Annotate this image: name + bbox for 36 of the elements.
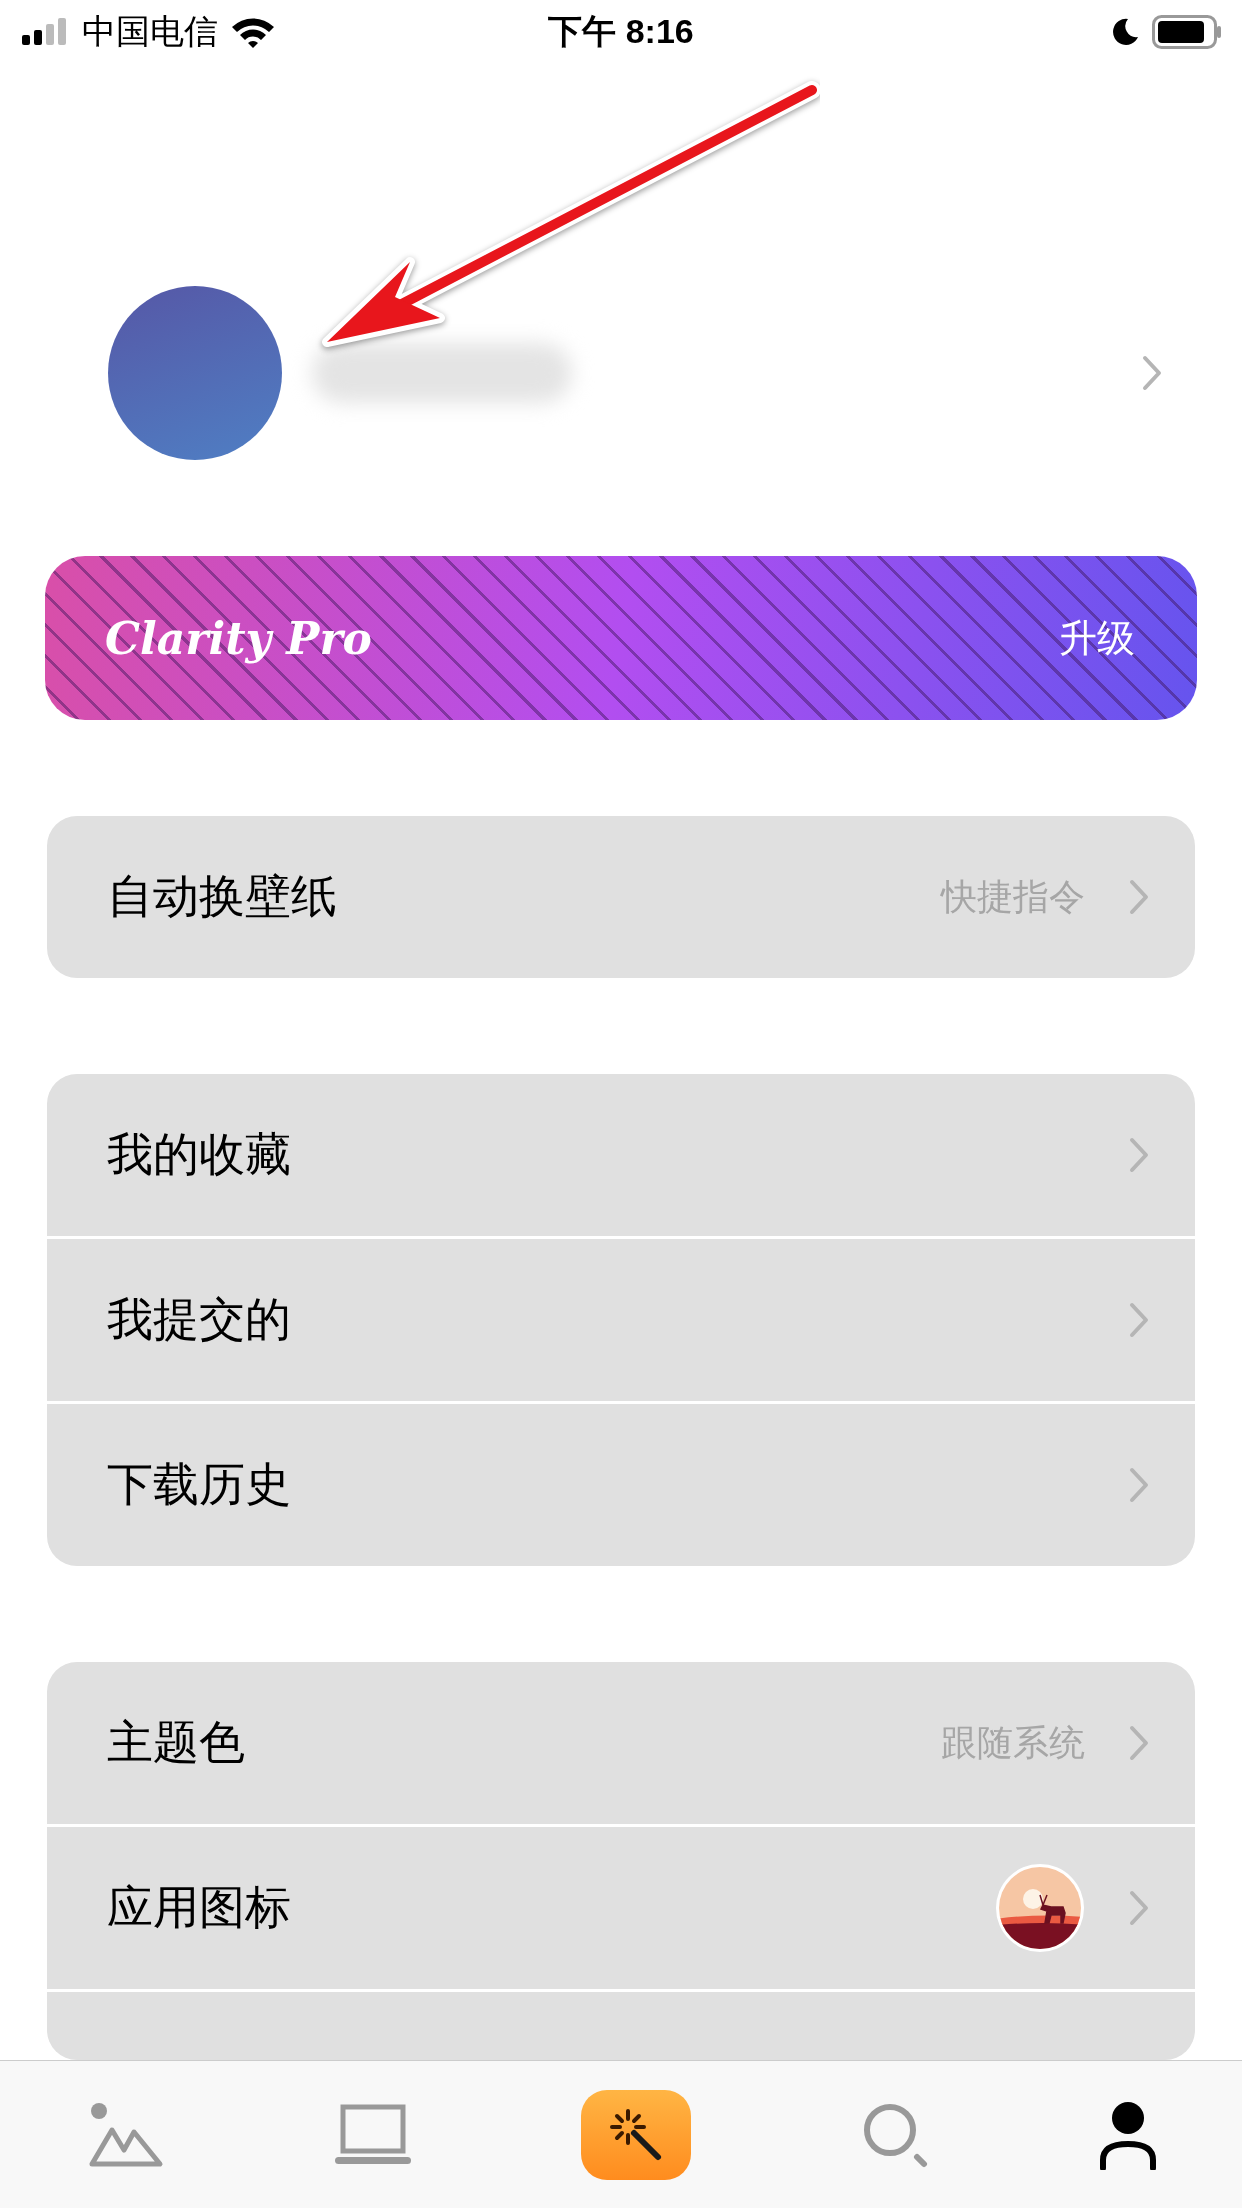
moon-icon [1110,17,1140,47]
settings-row[interactable]: 我提交的 [47,1239,1195,1401]
pro-banner[interactable]: Clarity Pro 升级 [45,556,1197,720]
row-value: 快捷指令 [941,874,1085,919]
magic-wand-button[interactable] [581,2089,691,2180]
chevron-icon [1129,1467,1149,1503]
row-label: 主题色 [107,1715,245,1770]
chevron-icon [1129,879,1149,915]
row-label: 我的收藏 [107,1127,291,1182]
settings-row[interactable]: 下载历史 [47,1404,1195,1566]
row-label: 应用图标 [107,1880,291,1935]
chevron-icon [1129,1302,1149,1338]
wifi-icon [230,15,276,49]
settings-row[interactable]: 自动换壁纸 快捷指令 [47,816,1195,978]
row-label: 下载历史 [107,1457,291,1512]
settings-row[interactable]: 我的收藏 [47,1074,1195,1236]
settings-row[interactable]: 应用图标 [47,1827,1195,1989]
row-label: 自动换壁纸 [107,869,337,924]
laptop-icon[interactable] [334,2103,411,2166]
chevron-icon [1129,1137,1149,1173]
settings-row[interactable]: 主题色 跟随系统 [47,1662,1195,1824]
upgrade-link[interactable]: 升级 [1059,612,1135,664]
banner-title: Clarity Pro [105,612,372,664]
chevron-icon [1129,1890,1149,1926]
chevron-icon [1129,1725,1149,1761]
row-value: 跟随系统 [941,1720,1085,1765]
search-icon[interactable] [861,2101,928,2168]
row-label: 我提交的 [107,1292,291,1347]
person-icon[interactable] [1098,2099,1158,2170]
magic-wand-icon [608,2106,664,2163]
chevron-icon[interactable] [1142,355,1162,391]
app-icon [995,1863,1085,1953]
battery-icon [1152,15,1222,49]
clock-time: 下午 8:16 [548,11,694,52]
carrier-name: 中国电信 [82,11,218,52]
landscape-icon[interactable] [88,2101,164,2168]
